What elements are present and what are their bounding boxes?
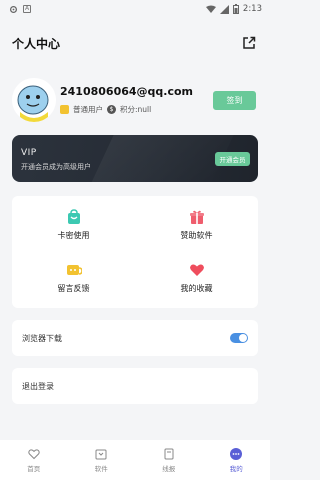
- page-title: 个人中心: [12, 36, 61, 51]
- page-header: 个人中心: [0, 24, 270, 62]
- grid-item-feedback[interactable]: 留言反馈: [12, 262, 135, 307]
- grid-item-label: 赞助软件: [180, 231, 213, 240]
- battery-icon: [232, 4, 239, 14]
- tab-label: 首页: [27, 464, 41, 473]
- share-icon: [243, 36, 256, 49]
- grid-item-label: 我的收藏: [180, 284, 213, 293]
- profile-dots-icon: [230, 447, 243, 460]
- gift-icon: [189, 210, 204, 224]
- status-left-icons: A: [9, 5, 31, 14]
- user-type: 普通用户: [73, 105, 103, 114]
- heart-outline-icon: [28, 448, 40, 459]
- grid-item-label: 留言反馈: [57, 284, 90, 293]
- profile-info: 2410806064@qq.com 普通用户 $ 积分:null: [60, 85, 213, 115]
- settings-icon: [9, 5, 18, 13]
- user-points: 积分:null: [120, 105, 152, 114]
- tab-home[interactable]: 首页: [0, 440, 68, 480]
- bookmark-icon: [164, 448, 174, 459]
- user-meta: 普通用户 $ 积分:null: [60, 104, 213, 115]
- heart-icon: [189, 264, 204, 276]
- profile-section: 2410806064@qq.com 普通用户 $ 积分:null 签到: [12, 76, 258, 124]
- bag-icon: [67, 209, 80, 224]
- status-right-icons: 2:13: [205, 4, 262, 14]
- signin-button[interactable]: 签到: [213, 90, 256, 110]
- browser-download-row[interactable]: 浏览器下载: [12, 320, 258, 356]
- status-bar: A 2:13: [0, 0, 270, 18]
- browser-download-toggle[interactable]: [230, 333, 248, 343]
- logout-row[interactable]: 退出登录: [12, 368, 258, 404]
- logout-label: 退出登录: [22, 381, 54, 391]
- tab-mine[interactable]: 我的: [203, 440, 271, 480]
- tab-label: 软件: [94, 464, 108, 473]
- share-button[interactable]: [240, 34, 258, 52]
- vip-card[interactable]: VIP 开通会员成为高级用户 开通会员: [12, 135, 258, 182]
- user-email: 2410806064@qq.com: [60, 85, 194, 98]
- grid-item-card-key[interactable]: 卡密使用: [12, 209, 135, 254]
- vip-title: VIP: [21, 148, 37, 158]
- features-grid: 卡密使用 赞助软件 留言反馈 我的收藏: [12, 196, 258, 308]
- vip-subtitle: 开通会员成为高级用户: [21, 163, 91, 171]
- bottom-tab-bar: 首页 软件 线报 我的: [0, 440, 270, 480]
- tab-software[interactable]: 软件: [68, 440, 136, 480]
- grid-item-label: 卡密使用: [57, 231, 90, 240]
- avatar-face-icon: [12, 78, 56, 122]
- user-level-icon: [60, 105, 69, 114]
- grid-item-favorites[interactable]: 我的收藏: [135, 262, 258, 307]
- box-icon: [95, 449, 107, 459]
- signal-icon: [219, 4, 229, 14]
- tab-deals[interactable]: 线报: [135, 440, 203, 480]
- wifi-icon: [205, 5, 216, 13]
- points-icon: $: [107, 105, 116, 114]
- tab-label: 线报: [162, 464, 176, 473]
- status-time: 2:13: [242, 4, 262, 14]
- browser-download-label: 浏览器下载: [22, 333, 62, 343]
- feedback-icon: [66, 265, 82, 275]
- a-icon: A: [23, 5, 31, 13]
- tab-label: 我的: [229, 464, 243, 473]
- open-vip-button[interactable]: 开通会员: [215, 152, 250, 166]
- avatar[interactable]: [12, 78, 56, 122]
- grid-item-sponsor[interactable]: 赞助软件: [135, 209, 258, 254]
